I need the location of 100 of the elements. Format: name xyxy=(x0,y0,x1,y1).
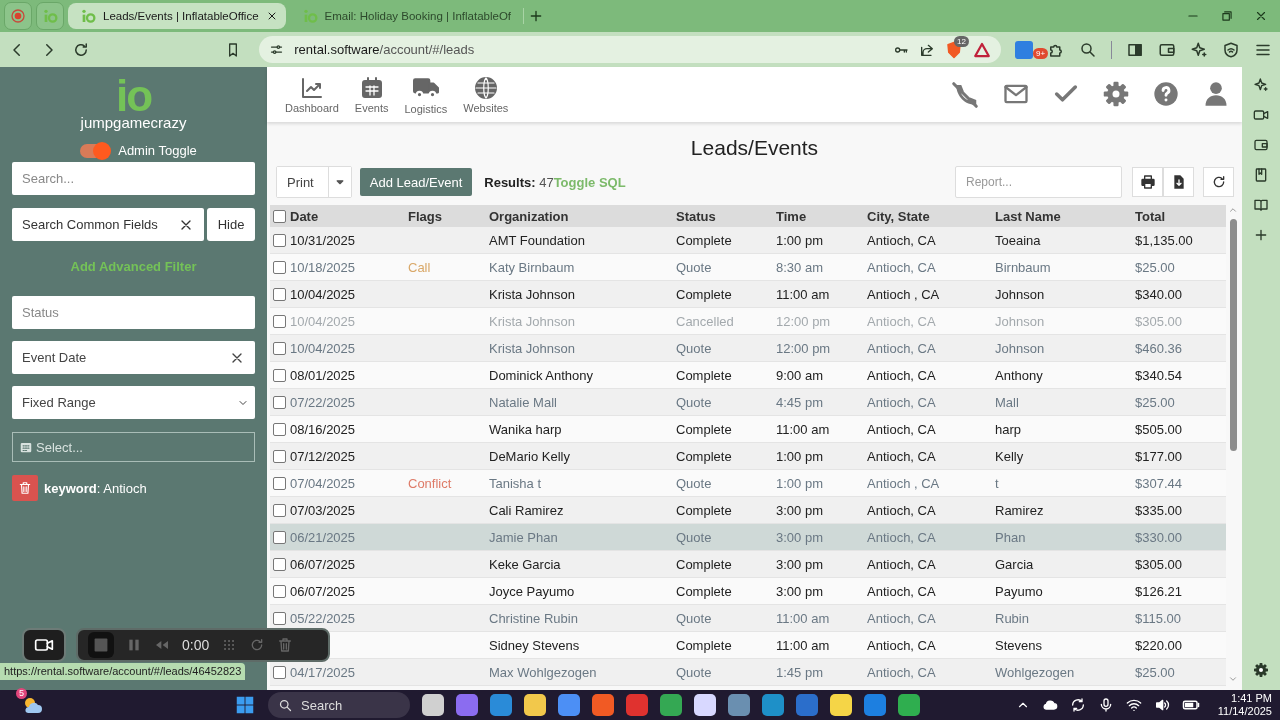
video-icon[interactable] xyxy=(1253,107,1269,123)
settings-icon[interactable] xyxy=(1102,79,1130,108)
nav-item[interactable]: Events xyxy=(346,75,397,114)
table-row[interactable]: 06/07/2025 Keke Garcia Complete 3:00 pm Antioch, CA Garcia $305.00 xyxy=(270,551,1226,578)
print-button[interactable]: Print xyxy=(277,167,329,197)
logo-icon xyxy=(42,8,58,24)
date-field[interactable]: Event Date xyxy=(12,341,255,374)
app-icon[interactable] xyxy=(660,694,682,716)
help-icon[interactable] xyxy=(1152,79,1180,108)
sparkle-icon[interactable] xyxy=(1190,40,1208,59)
nav-item[interactable]: Logistics xyxy=(396,74,456,115)
date-picker-field[interactable]: Select... xyxy=(12,432,255,462)
column-header[interactable]: Last Name xyxy=(995,208,1135,224)
refresh-button[interactable] xyxy=(1203,167,1234,197)
checkbox[interactable] xyxy=(273,314,286,328)
stop-icon[interactable] xyxy=(88,632,114,658)
column-header[interactable]: Organization xyxy=(489,208,676,224)
table-row[interactable]: 04/17/2025 Max Wohlgezogen Quote 1:45 pm Antioch, CA Wohlgezogen $25.00 xyxy=(270,659,1226,686)
sparkle-icon[interactable] xyxy=(1253,77,1269,93)
checkbox[interactable] xyxy=(273,503,286,517)
app-icon[interactable] xyxy=(524,694,546,716)
search-field[interactable]: Search xyxy=(268,692,410,718)
table-row[interactable]: 10/31/2025 AMT Foundation Complete 1:00 pm Antioch, CA Toeaina $1,135.00 xyxy=(270,227,1226,254)
delete-button[interactable] xyxy=(12,475,38,501)
app-icon[interactable] xyxy=(422,694,444,716)
restore-icon[interactable] xyxy=(1220,9,1234,23)
sync-icon[interactable] xyxy=(1069,697,1086,713)
browser-tab[interactable]: Email: Holiday Booking | InflatableOf xyxy=(289,3,520,29)
settings-icon[interactable] xyxy=(1253,662,1269,678)
table-row[interactable]: 07/22/2025 Natalie Mall Quote 4:45 pm Antioch, CA Mall $25.00 xyxy=(270,389,1226,416)
status-field[interactable]: Status xyxy=(12,296,255,329)
checkbox[interactable] xyxy=(273,557,286,571)
app-icon[interactable] xyxy=(830,694,852,716)
table-row[interactable]: 05/22/2025 Christine Rubin Quote 11:00 am Antioch, CA Rubin $115.00 xyxy=(270,605,1226,632)
checkbox[interactable] xyxy=(273,422,286,436)
column-header[interactable]: City, State xyxy=(867,208,995,224)
wifi-icon[interactable] xyxy=(1125,697,1142,713)
column-header[interactable]: Status xyxy=(676,208,776,224)
checkbox[interactable] xyxy=(273,584,286,598)
print-icon-button[interactable] xyxy=(1132,167,1163,197)
report-field[interactable]: Report... xyxy=(955,166,1122,198)
table-row[interactable]: 10/04/2025 Krista Johnson Quote 12:00 pm Antioch, CA Johnson $460.36 xyxy=(270,335,1226,362)
cloud-icon[interactable] xyxy=(1041,697,1058,713)
checkbox[interactable] xyxy=(273,260,286,274)
address-bar[interactable]: rental.software/account/#/leads 12 xyxy=(259,36,1001,63)
reload-icon[interactable] xyxy=(72,40,90,59)
wallet-icon[interactable] xyxy=(1253,137,1269,153)
checkbox[interactable] xyxy=(273,287,286,301)
table-cell-text: Christine Rubin xyxy=(489,610,579,626)
checkbox[interactable] xyxy=(273,209,286,223)
site-settings-icon[interactable] xyxy=(269,42,285,57)
checkbox[interactable] xyxy=(273,341,286,355)
checkbox[interactable] xyxy=(273,611,286,625)
triangle-icon[interactable] xyxy=(973,40,991,59)
export-button[interactable] xyxy=(1163,167,1194,197)
checkbox[interactable] xyxy=(273,476,286,490)
phone-off-icon[interactable] xyxy=(950,79,980,110)
search-window-icon[interactable] xyxy=(1079,40,1097,59)
app-icon[interactable] xyxy=(898,694,920,716)
pause-icon[interactable] xyxy=(126,637,142,653)
volume-icon[interactable] xyxy=(1153,697,1170,713)
hide-button[interactable]: Hide xyxy=(207,208,255,241)
checkbox[interactable] xyxy=(273,233,286,247)
nav-item[interactable]: Dashboard xyxy=(277,75,347,114)
app-icon[interactable] xyxy=(558,694,580,716)
extension-icon[interactable] xyxy=(1015,40,1033,59)
add-icon[interactable] xyxy=(1253,227,1269,243)
clock[interactable]: 1:41 PM 11/14/2025 xyxy=(1217,692,1272,718)
bookmarks-icon[interactable] xyxy=(1253,167,1269,183)
checkbox[interactable] xyxy=(273,530,286,544)
browser-tab[interactable]: Leads/Events | InflatableOffice xyxy=(68,3,286,29)
table-row[interactable]: 07/12/2025 DeMario Kelly Complete 1:00 pm Antioch, CA Kelly $177.00 xyxy=(270,443,1226,470)
column-header[interactable]: Date xyxy=(290,208,408,224)
reading-list-icon[interactable] xyxy=(1253,197,1269,213)
close-icon[interactable] xyxy=(1254,9,1268,23)
range-select[interactable]: Fixed Range xyxy=(12,386,255,419)
shield-icon[interactable] xyxy=(1222,40,1240,59)
app-icon[interactable] xyxy=(592,694,614,716)
toggle-switch[interactable] xyxy=(80,143,111,158)
checkbox[interactable] xyxy=(273,449,286,463)
table-row[interactable]: 10/04/2025 Krista Johnson Complete 11:00 am Antioch , CA Johnson $340.00 xyxy=(270,281,1226,308)
add-button[interactable]: Add Lead/Event xyxy=(359,168,473,196)
app-icon[interactable] xyxy=(694,694,716,716)
scrollbar-thumb[interactable] xyxy=(1229,219,1237,451)
table-cell-text: Complete xyxy=(676,286,733,302)
trash-icon[interactable] xyxy=(277,637,294,653)
search-field[interactable]: Search... xyxy=(12,162,255,195)
checkbox[interactable] xyxy=(273,665,286,679)
table-cell-text: Krista Johnson xyxy=(489,313,576,329)
nav-item[interactable]: Websites xyxy=(455,75,517,114)
checkbox[interactable] xyxy=(273,368,286,382)
app-icon[interactable] xyxy=(728,694,750,716)
column-header[interactable]: Total xyxy=(1135,208,1226,224)
column-header[interactable]: Flags xyxy=(408,208,489,224)
column-header[interactable]: Time xyxy=(776,208,867,224)
common-fields-field[interactable]: Search Common Fields xyxy=(12,208,204,241)
camera-button[interactable] xyxy=(22,628,66,662)
table-row[interactable]: 07/03/2025 Cali Ramirez Complete 3:00 pm Antioch, CA Ramirez $335.00 xyxy=(270,497,1226,524)
checkbox[interactable] xyxy=(273,395,286,409)
start-icon[interactable] xyxy=(234,694,256,716)
